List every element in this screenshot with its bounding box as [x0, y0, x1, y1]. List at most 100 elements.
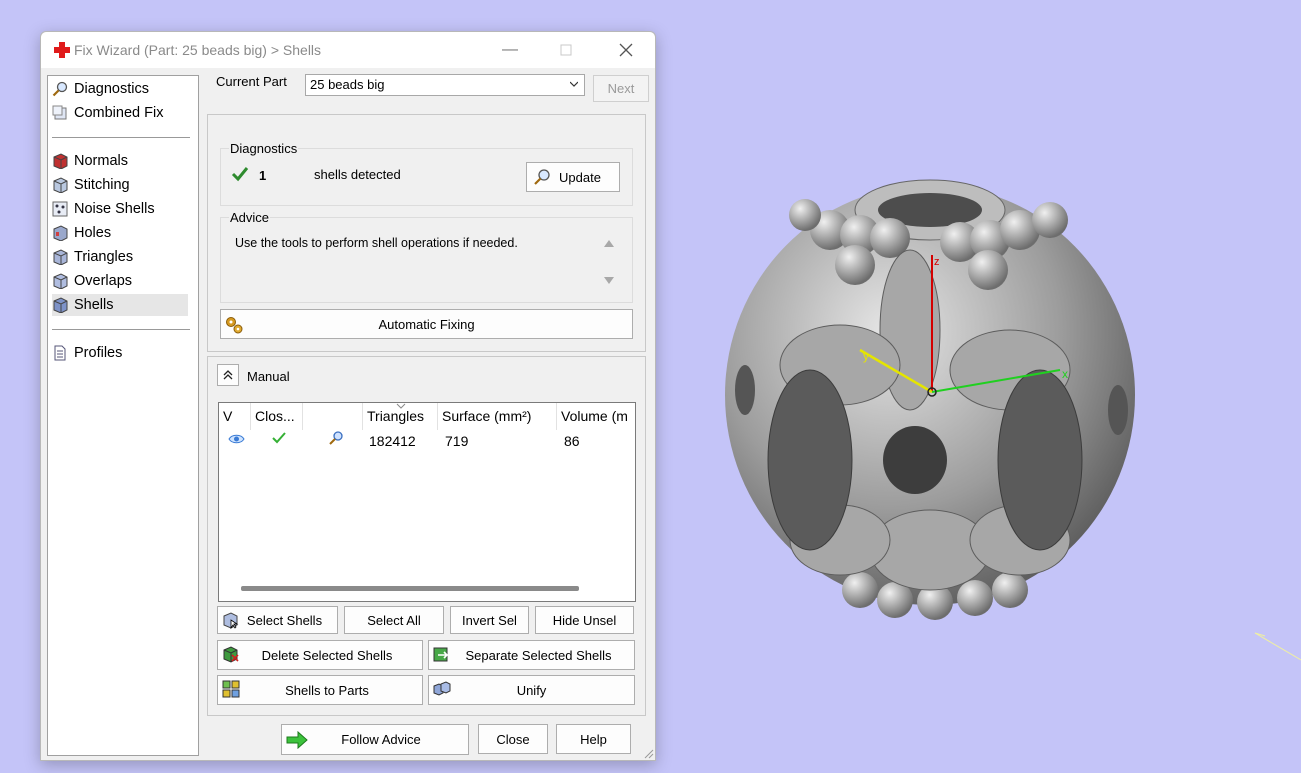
axis-indicator-line: [1254, 632, 1301, 661]
sidebar-item-label: Profiles: [74, 345, 123, 361]
select-cube-cursor-icon: [223, 612, 239, 629]
sidebar-item-label: Diagnostics: [74, 81, 149, 97]
green-arrow-icon: [286, 731, 308, 749]
sidebar-item-label: Combined Fix: [74, 105, 164, 121]
sidebar-item-stitching[interactable]: Stitching: [52, 174, 188, 196]
closed-check-icon: [272, 432, 286, 444]
minimize-button[interactable]: —: [487, 32, 533, 68]
chevron-up-icon: [223, 370, 233, 380]
sidebar-item-label: Shells: [74, 297, 114, 313]
collapse-manual-button[interactable]: [217, 364, 239, 386]
stitching-cube-icon: [53, 177, 68, 193]
automatic-fixing-label: Automatic Fixing: [378, 316, 475, 332]
maximize-button[interactable]: [543, 32, 589, 68]
sidebar-item-label: Holes: [74, 225, 112, 241]
unify-label: Unify: [516, 682, 547, 698]
current-part-value: 25 beads big: [310, 77, 385, 92]
sidebar-item-holes[interactable]: Holes: [52, 222, 188, 244]
eye-visible-icon[interactable]: [228, 433, 245, 445]
bead-model: z y x: [725, 179, 1135, 620]
magnifier-icon[interactable]: [327, 430, 344, 447]
wizard-sidebar: Diagnostics Combined Fix Normals Stitchi…: [47, 75, 199, 756]
cell-triangles: 182412: [369, 433, 416, 449]
horizontal-scrollbar[interactable]: [241, 586, 579, 591]
sidebar-item-overlaps[interactable]: Overlaps: [52, 270, 188, 292]
sidebar-item-normals[interactable]: Normals: [52, 150, 188, 172]
invert-sel-label: Invert Sel: [462, 612, 517, 628]
close-window-button[interactable]: [603, 32, 649, 68]
column-header-volume[interactable]: Volume (m: [557, 403, 635, 430]
column-header-closed[interactable]: Clos...: [251, 403, 303, 430]
sidebar-item-noise-shells[interactable]: Noise Shells: [52, 198, 188, 220]
column-header-v[interactable]: V: [219, 403, 251, 430]
noise-shells-icon: [52, 201, 68, 217]
checkmark-icon: [231, 167, 249, 182]
select-shells-label: Select Shells: [246, 612, 323, 628]
sidebar-item-diagnostics[interactable]: Diagnostics: [52, 78, 188, 100]
gears-icon: [226, 317, 243, 334]
column-header-surface[interactable]: Surface (mm²): [438, 403, 557, 430]
triangles-cube-icon: [53, 249, 68, 265]
diagnostics-group: Diagnostics 1 shells detected Update: [220, 141, 633, 206]
sidebar-divider: [52, 137, 190, 138]
select-all-label: Select All: [367, 612, 421, 628]
scroll-down-icon[interactable]: [603, 276, 615, 286]
shells-to-parts-label: Shells to Parts: [285, 682, 369, 698]
sidebar-item-label: Overlaps: [74, 273, 133, 289]
overlaps-cube-icon: [53, 273, 68, 289]
red-cross-icon: [54, 42, 70, 58]
sort-indicator-icon: [396, 403, 406, 409]
window-title: Fix Wizard (Part: 25 beads big) > Shells: [74, 42, 322, 58]
automatic-fixing-button[interactable]: Automatic Fixing: [220, 309, 633, 339]
update-button[interactable]: Update: [526, 162, 620, 192]
delete-selected-shells-button[interactable]: Delete Selected Shells: [217, 640, 423, 670]
select-shells-button[interactable]: Select Shells: [217, 606, 338, 634]
invert-selection-button[interactable]: Invert Sel: [450, 606, 529, 634]
help-label: Help: [580, 731, 607, 747]
sidebar-item-label: Triangles: [74, 249, 134, 265]
next-button-label: Next: [607, 81, 635, 96]
current-part-select[interactable]: 25 beads big: [305, 74, 585, 96]
select-all-button[interactable]: Select All: [344, 606, 444, 634]
shells-table[interactable]: V Clos... Triangles Surface (mm²) Volume…: [218, 402, 636, 602]
top-panel: Diagnostics 1 shells detected Update Adv…: [207, 114, 646, 352]
help-button[interactable]: Help: [556, 724, 631, 754]
sidebar-item-label: Noise Shells: [74, 201, 155, 217]
hide-unsel-label: Hide Unsel: [552, 612, 617, 628]
normals-cube-icon: [53, 153, 68, 169]
close-label: Close: [496, 731, 530, 747]
title-bar[interactable]: Fix Wizard (Part: 25 beads big) > Shells…: [41, 32, 655, 68]
sidebar-item-shells[interactable]: Shells: [52, 294, 188, 316]
chevron-down-icon: [570, 81, 578, 87]
update-button-label: Update: [559, 169, 601, 185]
shell-count: 1: [259, 168, 267, 183]
hide-unselected-button[interactable]: Hide Unsel: [535, 606, 634, 634]
sidebar-item-label: Normals: [74, 153, 128, 169]
magnifier-icon: [52, 81, 68, 97]
document-icon: [54, 345, 66, 361]
delete-cube-icon: [223, 646, 239, 663]
follow-advice-button[interactable]: Follow Advice: [281, 724, 469, 755]
cell-surface: 719: [445, 433, 469, 449]
sidebar-item-triangles[interactable]: Triangles: [52, 246, 188, 268]
minimize-icon: —: [502, 41, 518, 58]
holes-cube-icon: [53, 225, 68, 241]
column-header-tool[interactable]: [303, 403, 363, 430]
manual-label: Manual: [247, 369, 290, 384]
advice-group-title: Advice: [229, 210, 271, 225]
separate-selected-shells-button[interactable]: Separate Selected Shells: [428, 640, 635, 670]
close-button[interactable]: Close: [478, 724, 548, 754]
combined-fix-icon: [52, 105, 67, 120]
scroll-up-icon[interactable]: [603, 238, 615, 248]
sidebar-item-profiles[interactable]: Profiles: [52, 342, 188, 364]
axis-x-label: x: [1062, 367, 1068, 381]
next-button[interactable]: Next: [593, 75, 649, 102]
axis-y-label: y: [863, 349, 869, 363]
shells-to-parts-button[interactable]: Shells to Parts: [217, 675, 423, 705]
current-part-label: Current Part: [216, 74, 287, 89]
unify-button[interactable]: Unify: [428, 675, 635, 705]
separate-selected-label: Separate Selected Shells: [465, 647, 612, 663]
resize-grip-icon[interactable]: [642, 747, 654, 759]
sidebar-item-combined-fix[interactable]: Combined Fix: [52, 102, 188, 124]
maximize-icon: [560, 44, 572, 56]
